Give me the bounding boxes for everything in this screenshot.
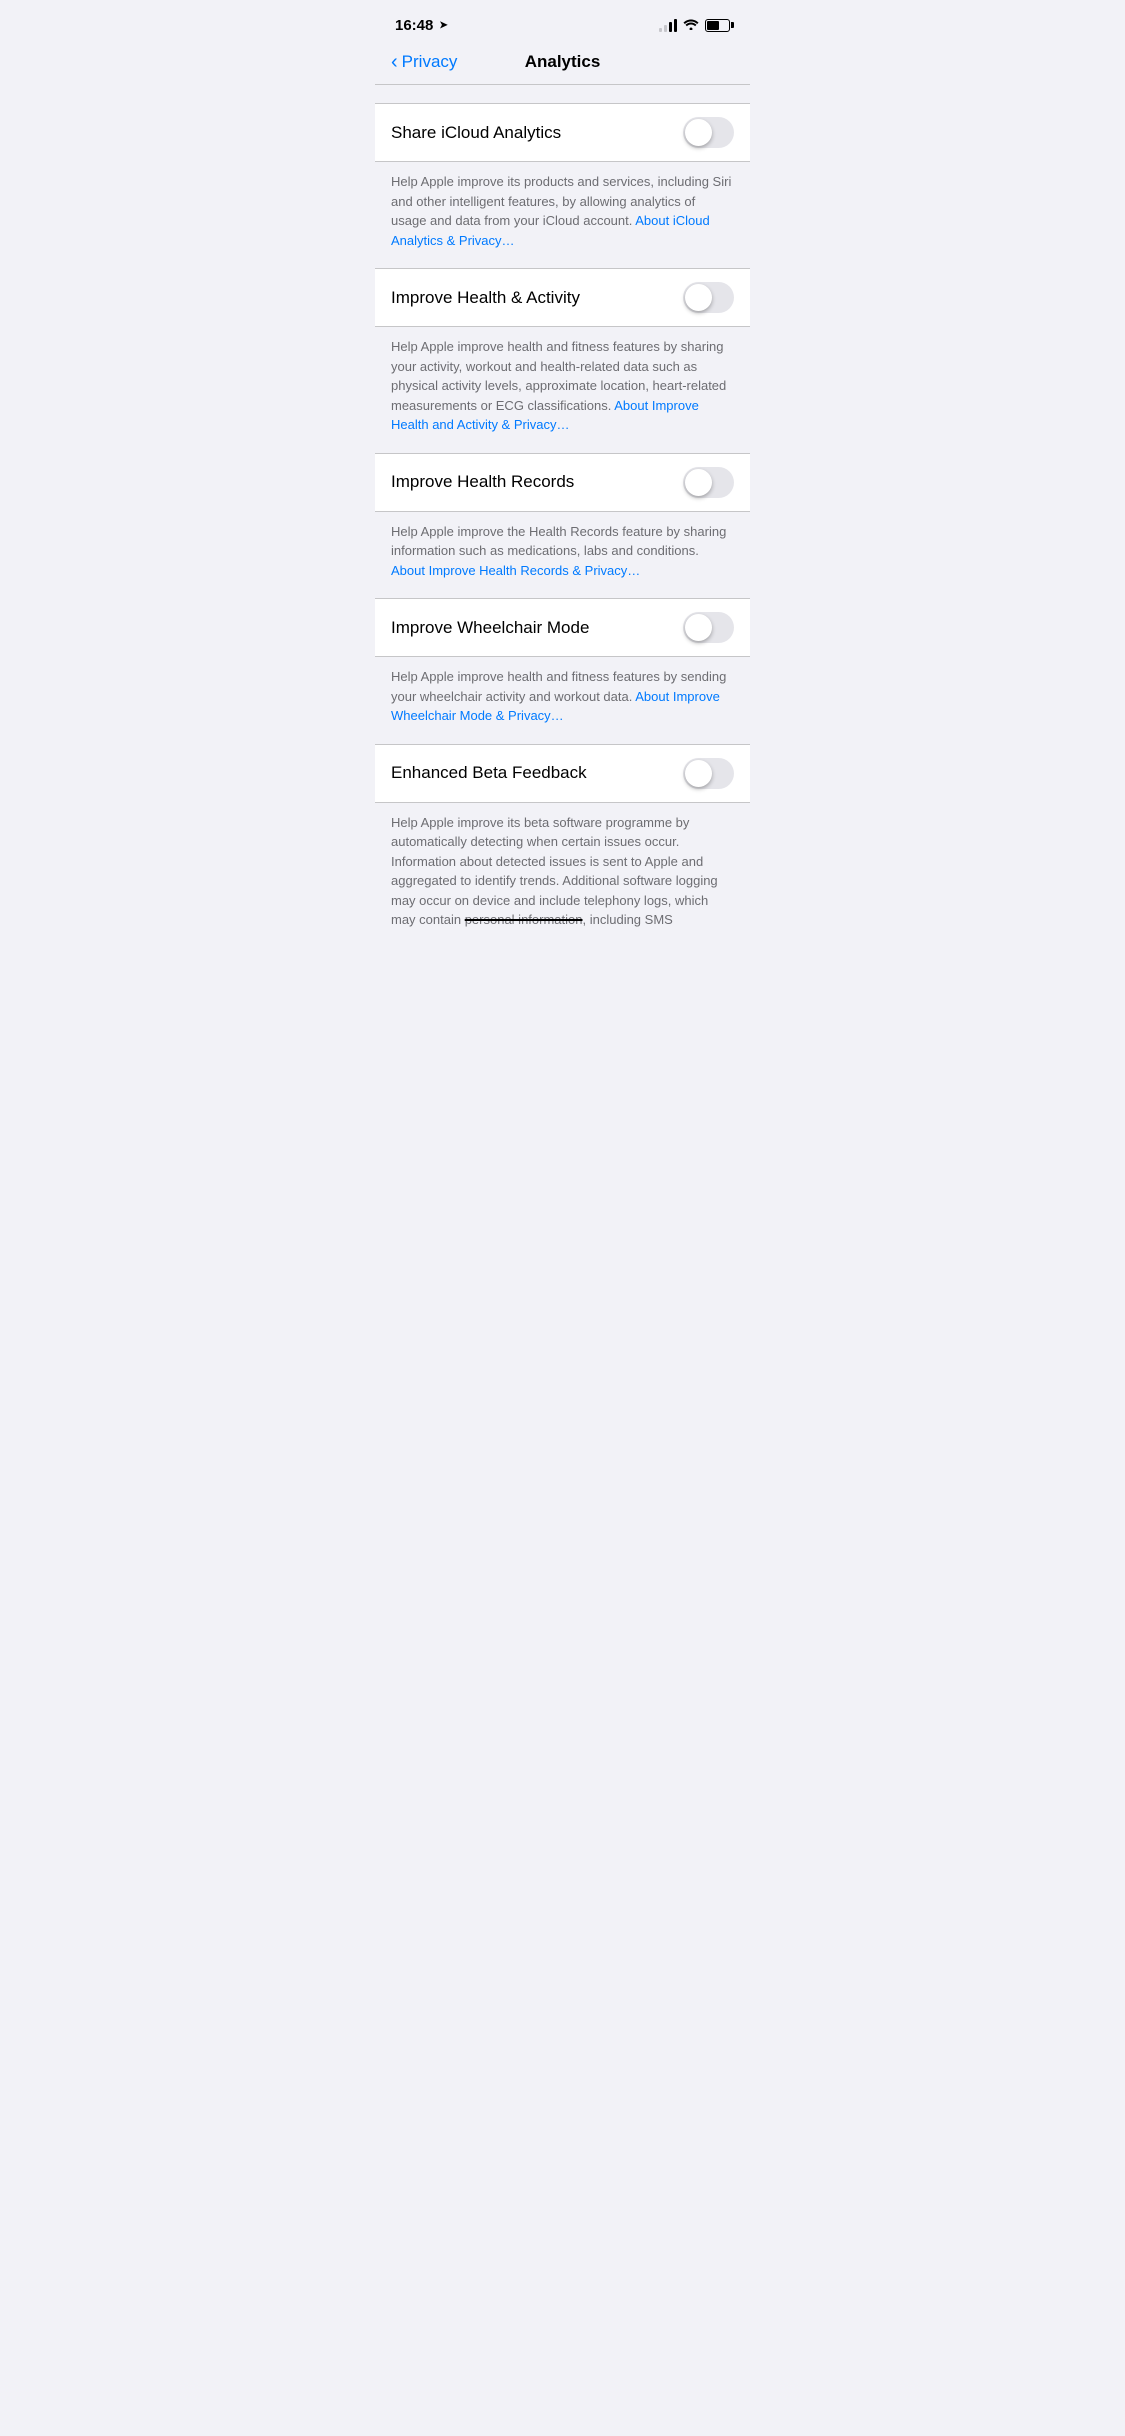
enhanced-beta-feedback-label: Enhanced Beta Feedback [391,763,587,783]
time-display: 16:48 [395,17,433,34]
enhanced-beta-feedback-toggle[interactable] [683,758,734,789]
enhanced-beta-feedback-group: Enhanced Beta Feedback Help Apple improv… [375,744,750,948]
battery-icon [705,19,730,32]
signal-strength-icon [659,19,677,32]
share-icloud-analytics-label: Share iCloud Analytics [391,123,561,143]
status-icons [659,18,730,33]
toggle-knob [685,469,712,496]
toggle-knob [685,760,712,787]
share-icloud-analytics-row-group: Share iCloud Analytics [375,103,750,162]
improve-health-records-description: Help Apple improve the Health Records fe… [375,512,750,599]
toggle-knob [685,614,712,641]
improve-health-records-group: Improve Health Records Help Apple improv… [375,453,750,599]
location-arrow-icon: ➤ [439,20,447,31]
improve-health-activity-group: Improve Health & Activity Help Apple imp… [375,268,750,453]
improve-health-activity-description-text: Help Apple improve health and fitness fe… [391,337,734,435]
status-time: 16:48 ➤ [395,17,448,34]
status-bar: 16:48 ➤ [375,0,750,44]
improve-health-records-link[interactable]: About Improve Health Records & Privacy… [391,563,640,578]
improve-health-activity-row: Improve Health & Activity [375,269,750,326]
enhanced-beta-feedback-row: Enhanced Beta Feedback [375,745,750,802]
improve-health-activity-row-group: Improve Health & Activity [375,268,750,327]
redacted-text: personal information [465,912,583,927]
enhanced-beta-feedback-row-group: Enhanced Beta Feedback [375,744,750,803]
share-icloud-analytics-row: Share iCloud Analytics [375,104,750,161]
improve-health-activity-toggle[interactable] [683,282,734,313]
improve-health-records-label: Improve Health Records [391,472,574,492]
wifi-icon [683,18,699,33]
back-chevron-icon: ‹ [391,52,398,72]
back-label: Privacy [402,52,458,72]
share-icloud-analytics-description: Help Apple improve its products and serv… [375,162,750,268]
share-icloud-analytics-group: Share iCloud Analytics Help Apple improv… [375,103,750,268]
improve-health-activity-label: Improve Health & Activity [391,288,580,308]
share-icloud-analytics-toggle[interactable] [683,117,734,148]
improve-health-records-row: Improve Health Records [375,454,750,511]
improve-wheelchair-mode-row: Improve Wheelchair Mode [375,599,750,656]
improve-health-activity-description: Help Apple improve health and fitness fe… [375,327,750,453]
improve-health-records-row-group: Improve Health Records [375,453,750,512]
improve-wheelchair-mode-group: Improve Wheelchair Mode Help Apple impro… [375,598,750,744]
page-title: Analytics [525,52,601,72]
enhanced-beta-feedback-description-text: Help Apple improve its beta software pro… [391,813,734,930]
improve-wheelchair-mode-label: Improve Wheelchair Mode [391,618,589,638]
back-button[interactable]: ‹ Privacy [391,52,457,72]
improve-wheelchair-mode-row-group: Improve Wheelchair Mode [375,598,750,657]
improve-wheelchair-mode-toggle[interactable] [683,612,734,643]
share-icloud-analytics-description-text: Help Apple improve its products and serv… [391,172,734,250]
enhanced-beta-feedback-description: Help Apple improve its beta software pro… [375,803,750,948]
improve-wheelchair-mode-description: Help Apple improve health and fitness fe… [375,657,750,744]
toggle-knob [685,119,712,146]
improve-health-records-toggle[interactable] [683,467,734,498]
improve-health-records-description-text: Help Apple improve the Health Records fe… [391,522,734,581]
toggle-knob [685,284,712,311]
improve-wheelchair-mode-description-text: Help Apple improve health and fitness fe… [391,667,734,726]
settings-content: Share iCloud Analytics Help Apple improv… [375,85,750,948]
nav-bar: ‹ Privacy Analytics [375,44,750,85]
